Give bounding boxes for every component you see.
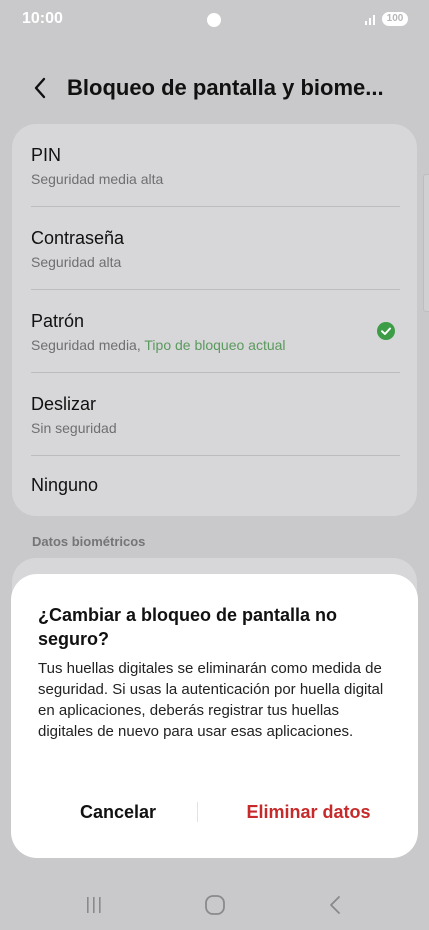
option-subtitle: Sin seguridad (31, 420, 117, 436)
option-subtitle-text: Seguridad media, (31, 337, 141, 353)
app-header: Bloqueo de pantalla y biome... (0, 66, 429, 112)
cancel-button[interactable]: Cancelar (33, 794, 203, 830)
confirm-dialog: ¿Cambiar a bloqueo de pantalla no seguro… (11, 574, 418, 858)
dialog-message: Tus huellas digitales se eliminarán como… (38, 660, 384, 740)
check-circle-icon (377, 322, 395, 340)
chevron-left-icon (34, 77, 46, 99)
status-time: 10:00 (22, 10, 63, 27)
option-title: Patrón (31, 311, 85, 331)
page-title: Bloqueo de pantalla y biome... (67, 75, 384, 100)
navigation-bar (0, 880, 429, 930)
recents-icon[interactable] (83, 895, 105, 915)
back-icon[interactable] (326, 894, 344, 916)
option-title: Ninguno (31, 475, 99, 495)
option-title: PIN (31, 145, 62, 165)
option-pin[interactable]: PIN Seguridad media alta (12, 124, 417, 206)
signal-icon (365, 15, 375, 25)
back-button[interactable] (26, 74, 54, 102)
battery-icon: 100 (382, 12, 408, 26)
delete-data-button[interactable]: Eliminar datos (211, 794, 406, 830)
option-swipe[interactable]: Deslizar Sin seguridad (12, 373, 417, 455)
lock-options-card: PIN Seguridad media alta Contraseña Segu… (12, 124, 417, 516)
dialog-title: ¿Cambiar a bloqueo de pantalla no seguro… (38, 605, 338, 649)
dialog-actions: Cancelar Eliminar datos (11, 794, 418, 830)
option-title: Deslizar (31, 394, 97, 414)
option-title: Contraseña (31, 228, 125, 248)
button-separator (197, 802, 198, 822)
option-subtitle: Seguridad alta (31, 254, 122, 270)
home-icon[interactable] (204, 894, 226, 916)
current-lock-type-label: Tipo de bloqueo actual (144, 337, 286, 353)
option-pattern[interactable]: Patrón Seguridad media, Tipo de bloqueo … (12, 290, 417, 372)
section-label-biometrics: Datos biométricos (32, 534, 146, 549)
camera-dot-icon (207, 13, 221, 27)
option-subtitle: Seguridad media alta (31, 171, 164, 187)
option-password[interactable]: Contraseña Seguridad alta (12, 207, 417, 289)
status-bar: 10:00 100 (0, 0, 429, 40)
option-none[interactable]: Ninguno (12, 456, 417, 516)
scroll-handle[interactable] (423, 174, 429, 312)
option-subtitle: Seguridad media, Tipo de bloqueo actual (31, 337, 286, 353)
